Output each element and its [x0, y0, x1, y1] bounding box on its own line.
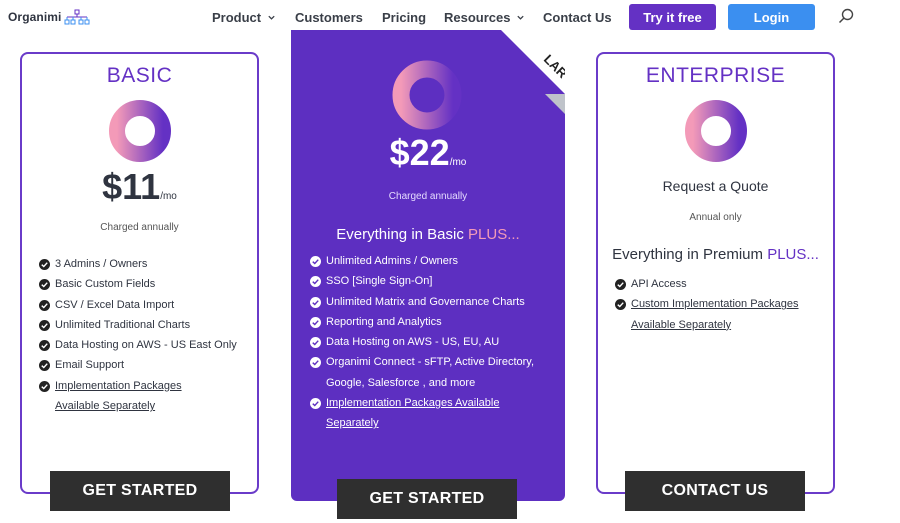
check-circle-icon: [310, 296, 321, 308]
plan-title: BASIC: [106, 64, 173, 87]
feature-heading: Everything in Basic PLUS...: [291, 226, 565, 243]
list-item: Email Support: [39, 355, 255, 375]
basic-get-started-button[interactable]: GET STARTED: [50, 471, 230, 511]
contact-us-button[interactable]: CONTACT US: [625, 471, 805, 511]
list-item: SSO [Single Sign-On]: [310, 271, 555, 291]
nav-resources-label: Resources: [444, 10, 511, 25]
nav-resources[interactable]: Resources: [444, 10, 525, 25]
feature-heading-text: Everything in Premium: [612, 246, 764, 263]
feature-list: Unlimited Admins / Owners SSO [Single Si…: [310, 251, 555, 434]
check-circle-icon: [310, 316, 321, 328]
premium-get-started-button[interactable]: GET STARTED: [337, 479, 517, 519]
plan-price: $11/mo: [22, 166, 257, 208]
list-item: Unlimited Traditional Charts: [39, 315, 255, 335]
check-circle-icon: [39, 259, 50, 270]
nav-pricing-label: Pricing: [382, 10, 427, 25]
feature-heading-plus: PLUS...: [767, 246, 819, 263]
check-circle-icon: [39, 299, 50, 311]
implementation-packages-link[interactable]: Implementation Packages Available Separa…: [39, 376, 199, 417]
brand-name: Organimi: [8, 10, 62, 24]
billing-note: Charged annually: [100, 222, 179, 233]
check-circle-icon: [310, 398, 321, 410]
list-item: Reporting and Analytics: [310, 312, 555, 332]
pricing-card-enterprise: ENTERPRISE Request a Quote Annual only E…: [596, 52, 835, 494]
login-button[interactable]: Login: [728, 4, 815, 30]
nav-customers[interactable]: Customers: [295, 10, 363, 25]
price-period: /mo: [449, 157, 467, 168]
list-item: Basic Custom Fields: [39, 274, 255, 294]
pricing-card-premium: LAR $22/mo Charged annually Everything i…: [291, 30, 565, 501]
plan-title: ENTERPRISE: [645, 64, 786, 87]
nav-contact-label: Contact Us: [543, 10, 612, 25]
list-item: Organimi Connect - sFTP, Active Director…: [310, 352, 535, 393]
chevron-down-icon: [268, 15, 275, 20]
price-amount: $11: [102, 166, 161, 207]
nav-product-label: Product: [212, 10, 262, 25]
list-item: Unlimited Matrix and Governance Charts: [310, 292, 555, 312]
search-icon[interactable]: [838, 8, 854, 24]
billing-note: Annual only: [689, 212, 742, 223]
feature-list: API Access Custom Implementation Package…: [615, 274, 831, 335]
implementation-packages-link[interactable]: Custom Implementation Packages Available…: [615, 294, 827, 335]
list-item: CSV / Excel Data Import: [39, 295, 255, 315]
list-item: Data Hosting on AWS - US East Only: [39, 335, 255, 355]
pricing-card-basic: BASIC $11/mo Charged annually 3 Admins /…: [20, 52, 259, 494]
check-circle-icon: [310, 357, 321, 369]
nav-contact-us[interactable]: Contact Us: [543, 10, 612, 25]
check-circle-icon: [615, 279, 626, 290]
billing-note: Charged annually: [388, 191, 468, 202]
chevron-down-icon: [517, 15, 525, 20]
check-circle-icon: [310, 337, 321, 349]
check-circle-icon: [39, 360, 50, 372]
check-circle-icon: [615, 299, 626, 311]
feature-heading-text: Everything in Basic: [336, 226, 464, 243]
plan-ring-icon: [685, 100, 747, 162]
check-circle-icon: [310, 276, 321, 288]
check-circle-icon: [39, 319, 50, 331]
org-chart-logo-icon: [64, 9, 90, 25]
list-item: Unlimited Admins / Owners: [310, 251, 555, 271]
try-it-free-button[interactable]: Try it free: [629, 4, 716, 30]
price-period: /mo: [160, 191, 177, 202]
plan-price: $22/mo: [291, 132, 565, 174]
nav-customers-label: Customers: [295, 10, 363, 25]
list-item: 3 Admins / Owners: [39, 254, 255, 274]
request-quote-text: Request a Quote: [662, 178, 769, 194]
check-circle-icon: [39, 340, 50, 352]
implementation-packages-link[interactable]: Implementation Packages Available Separa…: [310, 393, 530, 434]
feature-heading-plus: PLUS...: [468, 226, 520, 243]
brand-logo-link[interactable]: Organimi: [8, 9, 90, 25]
check-circle-icon: [39, 279, 50, 291]
feature-list: 3 Admins / Owners Basic Custom Fields CS…: [39, 254, 255, 416]
check-circle-icon: [39, 380, 50, 392]
list-item: Data Hosting on AWS - US, EU, AU: [310, 332, 555, 352]
nav-pricing[interactable]: Pricing: [382, 10, 426, 25]
price-amount: $22: [389, 132, 450, 173]
plan-ring-icon: [392, 60, 462, 130]
feature-heading: Everything in Premium PLUS...: [598, 246, 833, 263]
check-circle-icon: [310, 256, 321, 267]
plan-ring-icon: [109, 100, 171, 162]
list-item: API Access: [615, 274, 831, 294]
nav-product[interactable]: Product: [212, 10, 276, 25]
